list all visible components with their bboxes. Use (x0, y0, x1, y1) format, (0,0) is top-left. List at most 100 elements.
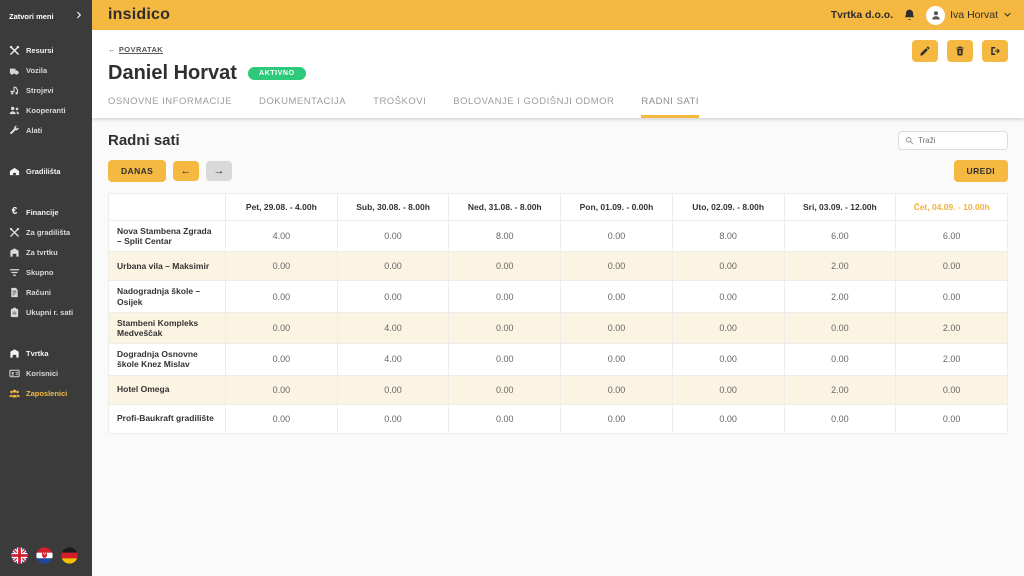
column-header-day: Ned, 31.08. - 8.00h (449, 194, 561, 221)
delete-button[interactable] (947, 40, 973, 62)
hours-cell: 0.00 (784, 344, 896, 375)
hours-cell: 8.00 (449, 221, 561, 252)
site-name-cell: Stambeni Kompleks Medveščak (109, 312, 226, 343)
column-header-day: Pon, 01.09. - 0.00h (561, 194, 673, 221)
sidebar-item-zaposlenici[interactable]: Zaposlenici (9, 383, 88, 403)
hours-cell: 4.00 (337, 312, 449, 343)
hours-cell: 0.00 (226, 252, 338, 281)
hours-cell: 2.00 (896, 312, 1008, 343)
tab-osnovne-informacije[interactable]: OSNOVNE INFORMACIJE (108, 96, 232, 118)
hours-cell: 0.00 (896, 252, 1008, 281)
user-menu[interactable]: Iva Horvat (926, 6, 1012, 25)
sidebar-nav: Resursi VozilaStrojeviKooperantiAlati Grad… (0, 30, 92, 403)
sidebar-toggle-label: Zatvori meni (9, 12, 54, 21)
sidebar-group: Resursi VozilaStrojeviKooperantiAlati (9, 40, 88, 140)
notifications-bell-icon[interactable] (902, 8, 917, 23)
table-header-row: Pet, 29.08. - 4.00hSub, 30.08. - 8.00hNe… (109, 194, 1008, 221)
hours-cell: 0.00 (672, 312, 784, 343)
hours-cell: 2.00 (784, 281, 896, 312)
hours-cell: 8.00 (672, 221, 784, 252)
flag-croatia-icon[interactable] (36, 547, 53, 564)
users-icon (9, 368, 20, 379)
sidebar-item-financije[interactable]: €Financije (9, 202, 88, 222)
hours-cell: 0.00 (226, 312, 338, 343)
logout-button[interactable] (982, 40, 1008, 62)
sidebar-item-gradili-ta[interactable]: Gradilišta (9, 161, 88, 181)
euro-icon: € (9, 207, 20, 218)
sidebar-item-za-gradili-ta[interactable]: Za gradilišta (9, 222, 88, 242)
sidebar-item-za-tvrtku[interactable]: Za tvrtku (9, 242, 88, 262)
sidebar-item-label: Gradilišta (26, 167, 61, 176)
construction-site-icon (9, 166, 20, 177)
sidebar-item-label: Zaposlenici (26, 389, 67, 398)
search-box (898, 131, 1008, 150)
table-corner-cell (109, 194, 226, 221)
previous-week-button[interactable]: ← (173, 161, 199, 181)
column-header-day: Sub, 30.08. - 8.00h (337, 194, 449, 221)
tab-dokumentacija[interactable]: DOKUMENTACIJA (259, 96, 346, 118)
hours-cell: 0.00 (337, 281, 449, 312)
app-logo: insidico (108, 6, 170, 24)
hours-cell: 0.00 (226, 344, 338, 375)
sidebar-item-skupno[interactable]: Skupno (9, 262, 88, 282)
sidebar-item-vozila[interactable]: Vozila (9, 60, 88, 80)
hours-cell: 0.00 (449, 404, 561, 433)
page-title: Daniel Horvat (108, 62, 237, 85)
content-area: Radni sati DANAS ← → UREDI Pet, 29.08. -… (92, 118, 1024, 576)
hours-cell: 2.00 (896, 344, 1008, 375)
search-input[interactable] (918, 136, 1001, 145)
search-icon (905, 136, 914, 145)
sidebar-item-resursi[interactable]: Resursi (9, 40, 88, 60)
header-actions (912, 40, 1008, 62)
filter-icon (9, 267, 20, 278)
timesheet-icon (9, 307, 20, 318)
column-header-day: Uto, 02.09. - 8.00h (672, 194, 784, 221)
sidebar-item-strojevi[interactable]: Strojevi (9, 80, 88, 100)
sidebar-item-label: Resursi (26, 46, 54, 55)
topbar-right: Tvrtka d.o.o. Iva Horvat (831, 6, 1012, 25)
status-badge: AKTIVNO (248, 67, 306, 80)
edit-button[interactable] (912, 40, 938, 62)
today-button[interactable]: DANAS (108, 160, 166, 182)
sidebar-item-korisnici[interactable]: Korisnici (9, 363, 88, 383)
tools-icon (9, 45, 20, 56)
site-name-cell: Dogradnja Osnovne škole Knez Mislav (109, 344, 226, 375)
tab-tro-kovi[interactable]: TROŠKOVI (373, 96, 426, 118)
hours-cell: 6.00 (784, 221, 896, 252)
edit-hours-button[interactable]: UREDI (954, 160, 1008, 182)
flag-germany-icon[interactable] (61, 547, 78, 564)
hours-cell: 0.00 (896, 375, 1008, 404)
sidebar-toggle[interactable]: Zatvori meni (0, 0, 92, 30)
hours-cell: 0.00 (337, 375, 449, 404)
hours-cell: 2.00 (784, 252, 896, 281)
sidebar-item-ukupni-r-sati[interactable]: Ukupni r. sati (9, 302, 88, 322)
back-link[interactable]: ← POVRATAK (108, 45, 163, 54)
sidebar-item-kooperanti[interactable]: Kooperanti (9, 100, 88, 120)
tab-bolovanje-i-godi-nji-odmor[interactable]: BOLOVANJE I GODIŠNJI ODMOR (453, 96, 614, 118)
sidebar-item-alati[interactable]: Alati (9, 120, 88, 140)
topbar: insidico Tvrtka d.o.o. Iva Horvat (92, 0, 1024, 30)
invoice-icon (9, 287, 20, 298)
hours-cell: 0.00 (784, 312, 896, 343)
column-header-day: Pet, 29.08. - 4.00h (226, 194, 338, 221)
user-avatar (926, 6, 945, 25)
table-row-nadogradnja-kole-osijek: Nadogradnja škole – Osijek0.000.000.000.… (109, 281, 1008, 312)
hours-cell: 0.00 (337, 252, 449, 281)
working-hours-table: Pet, 29.08. - 4.00hSub, 30.08. - 8.00hNe… (108, 193, 1008, 434)
next-week-button[interactable]: → (206, 161, 232, 181)
tab-radni-sati[interactable]: RADNI SATI (641, 96, 699, 118)
flag-uk-icon[interactable] (11, 547, 28, 564)
company-name: Tvrtka d.o.o. (831, 9, 893, 21)
sidebar-item-tvrtka[interactable]: Tvrtka (9, 343, 88, 363)
column-header-day: Sri, 03.09. - 12.00h (784, 194, 896, 221)
site-name-cell: Hotel Omega (109, 375, 226, 404)
hours-cell: 0.00 (226, 404, 338, 433)
sidebar-group: Gradilišta (9, 161, 88, 181)
machinery-icon (9, 85, 20, 96)
hours-cell: 0.00 (449, 375, 561, 404)
hours-cell: 2.00 (784, 375, 896, 404)
user-name: Iva Horvat (950, 9, 998, 21)
sidebar-item-label: Korisnici (26, 369, 58, 378)
hours-cell: 0.00 (226, 375, 338, 404)
sidebar-item-ra-uni[interactable]: Računi (9, 282, 88, 302)
